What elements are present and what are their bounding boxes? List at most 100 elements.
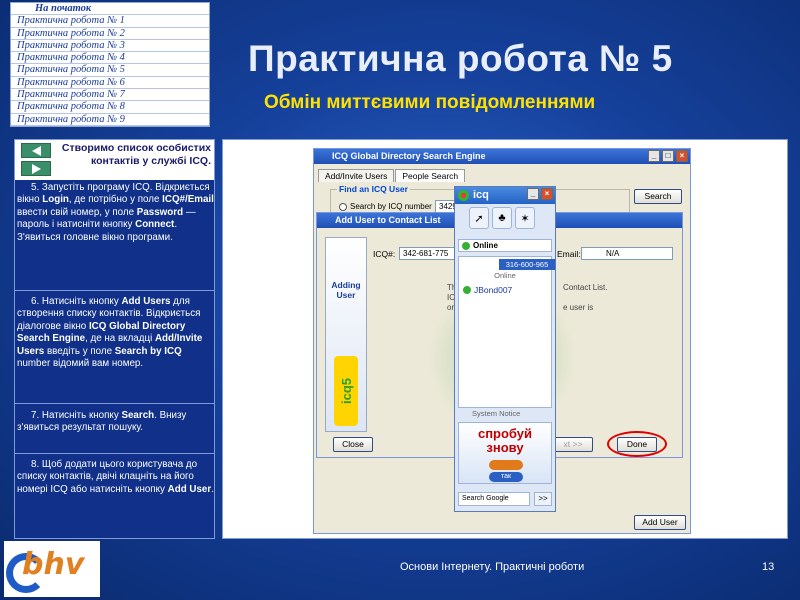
step-keyword: Connect bbox=[135, 219, 175, 231]
info-fragment: Contact List. bbox=[563, 283, 608, 292]
promo-text: спробуй знову bbox=[477, 426, 533, 455]
step-text: ввести свій номер, у поле bbox=[17, 206, 137, 218]
contact-item[interactable]: JBond007 bbox=[463, 285, 512, 295]
next-button[interactable]: xt >> bbox=[553, 437, 593, 452]
nav-link-work-2[interactable]: Практична робота № 2 bbox=[11, 28, 209, 40]
close-icon[interactable]: × bbox=[676, 150, 688, 162]
step-number: 6. bbox=[31, 296, 40, 307]
add-users-icon[interactable]: ♣ bbox=[492, 207, 512, 229]
tab-people-search[interactable]: People Search bbox=[395, 169, 466, 182]
step-keyword: Login bbox=[42, 194, 69, 206]
nav-link-work-4[interactable]: Практична робота № 4 bbox=[11, 52, 209, 65]
step-text: Натисніть кнопку bbox=[41, 296, 122, 307]
search-button[interactable]: Search bbox=[634, 189, 682, 204]
adding-user-sidebar: Adding User icq5 bbox=[325, 237, 367, 432]
window-controls: _ □ × bbox=[648, 150, 688, 162]
online-status-icon bbox=[462, 242, 470, 250]
icq5-logo-text: icq5 bbox=[338, 377, 354, 404]
icq-number-field[interactable]: 342-681-775 bbox=[399, 247, 455, 260]
icq5-logo: icq5 bbox=[334, 356, 358, 426]
slide-subtitle: Обмін миттєвими повідомленнями bbox=[264, 92, 596, 113]
search-by-number-label: Search by ICQ number bbox=[350, 202, 432, 211]
step-keyword: Password bbox=[136, 206, 184, 218]
step-keyword: Add User bbox=[167, 483, 212, 495]
step-8: 8. Щоб додати цього користувача до списк… bbox=[17, 459, 214, 496]
directory-window-title: ICQ Global Directory Search Engine bbox=[332, 151, 486, 161]
step-text: , де на вкладці bbox=[85, 333, 155, 345]
icq-toolbar: ➚ ♣ ✶ bbox=[457, 207, 553, 237]
promo-decor bbox=[489, 460, 523, 470]
instructions-panel: Створимо список особистих контактів у сл… bbox=[14, 139, 215, 539]
cursor-icon[interactable]: ➚ bbox=[469, 207, 489, 229]
icq-titlebar[interactable]: icq _ × bbox=[455, 187, 555, 204]
minimize-icon[interactable]: _ bbox=[648, 150, 660, 162]
page-number: 13 bbox=[762, 561, 775, 573]
contact-name: JBond007 bbox=[474, 285, 513, 295]
radio-icon bbox=[339, 202, 347, 211]
tab-add-invite-users[interactable]: Add/Invite Users bbox=[318, 169, 395, 182]
email-label: Email: bbox=[557, 249, 581, 259]
icq-window-title: icq bbox=[473, 189, 489, 201]
step-keyword: Search by ICQ bbox=[114, 345, 182, 357]
highlight-circle bbox=[607, 431, 667, 457]
arrow-left-icon bbox=[31, 145, 41, 156]
directory-tabs: Add/Invite Users People Search bbox=[318, 169, 466, 182]
nav-link-home[interactable]: На початок bbox=[11, 3, 209, 16]
adding-user-label: Adding User bbox=[331, 280, 361, 300]
add-user-window-title: Add User to Contact List bbox=[335, 215, 441, 225]
slide-navigation: На початок Практична робота № 1 Практичн… bbox=[10, 2, 210, 127]
slide-footer: Основи Інтернету. Практичні роботи bbox=[400, 561, 585, 573]
status-label: Online bbox=[473, 241, 498, 250]
step-divider bbox=[15, 453, 214, 454]
services-icon[interactable]: ✶ bbox=[515, 207, 535, 229]
step-5: 5. Запустіть програму ICQ. Відкриється в… bbox=[17, 182, 214, 244]
directory-window-titlebar[interactable]: ICQ Global Directory Search Engine _ □ × bbox=[314, 149, 690, 164]
minimize-icon[interactable]: _ bbox=[527, 188, 539, 200]
nav-link-work-5[interactable]: Практична робота № 5 bbox=[11, 64, 209, 77]
system-notice[interactable]: System Notice bbox=[458, 409, 552, 420]
close-icon[interactable]: × bbox=[541, 188, 553, 200]
step-text: number відомий вам номер. bbox=[17, 358, 144, 370]
step-6: 6. Натисніть кнопку Add Users для створе… bbox=[17, 296, 214, 370]
step-text: Натисніть кнопку bbox=[41, 410, 122, 421]
nav-link-work-1[interactable]: Практична робота № 1 bbox=[11, 15, 209, 28]
prev-slide-button[interactable] bbox=[21, 143, 51, 158]
online-group-header[interactable]: Online bbox=[459, 271, 551, 280]
search-go-button[interactable]: >> bbox=[534, 492, 552, 506]
nav-link-work-8[interactable]: Практична робота № 8 bbox=[11, 101, 209, 114]
slide-title: Практична робота № 5 bbox=[248, 38, 673, 79]
step-divider bbox=[15, 290, 214, 291]
panel-header: Створимо список особистих контактів у сл… bbox=[15, 140, 214, 180]
next-slide-button[interactable] bbox=[21, 161, 51, 176]
step-text: , де потрібно у поле bbox=[68, 194, 163, 206]
promo-button[interactable]: так bbox=[489, 472, 523, 482]
search-by-number-option[interactable]: Search by ICQ number bbox=[339, 202, 432, 211]
promo-banner[interactable]: спробуй знову так bbox=[458, 422, 552, 484]
step-keyword: Add Users bbox=[121, 296, 171, 307]
status-dropdown[interactable]: Online bbox=[458, 239, 552, 252]
bhv-logo: bhv bbox=[4, 541, 100, 597]
nav-link-work-6[interactable]: Практична робота № 6 bbox=[11, 77, 209, 90]
nav-link-work-7[interactable]: Практична робота № 7 bbox=[11, 89, 209, 102]
step-text: введіть у поле bbox=[44, 345, 115, 357]
icq-number-label: ICQ#: bbox=[373, 249, 396, 259]
nav-link-work-9[interactable]: Практична робота № 9 bbox=[11, 114, 209, 126]
contact-flower-icon bbox=[463, 286, 471, 294]
google-search-input[interactable]: Search Google bbox=[458, 492, 530, 506]
step-keyword: Search bbox=[121, 410, 155, 421]
step-divider bbox=[15, 403, 214, 404]
add-user-button[interactable]: Add User bbox=[634, 515, 686, 530]
step-number: 5. bbox=[31, 182, 40, 193]
email-field[interactable]: N/A bbox=[581, 247, 673, 260]
panel-heading: Створимо список особистих контактів у сл… bbox=[61, 142, 211, 167]
arrow-right-icon bbox=[31, 163, 41, 174]
icq-flower-icon bbox=[458, 190, 469, 201]
close-button[interactable]: Close bbox=[333, 437, 373, 452]
step-7: 7. Натисніть кнопку Search. Внизу з'явит… bbox=[17, 410, 214, 435]
nav-link-work-3[interactable]: Практична робота № 3 bbox=[11, 40, 209, 53]
step-number: 8. bbox=[31, 459, 40, 470]
step-keyword: ICQ#/Email bbox=[162, 194, 214, 206]
maximize-icon[interactable]: □ bbox=[662, 150, 674, 162]
icq-contact-window: icq _ × ➚ ♣ ✶ Online 316-600-965 Online … bbox=[454, 186, 556, 512]
own-icq-number: 316-600-965 bbox=[499, 259, 555, 270]
